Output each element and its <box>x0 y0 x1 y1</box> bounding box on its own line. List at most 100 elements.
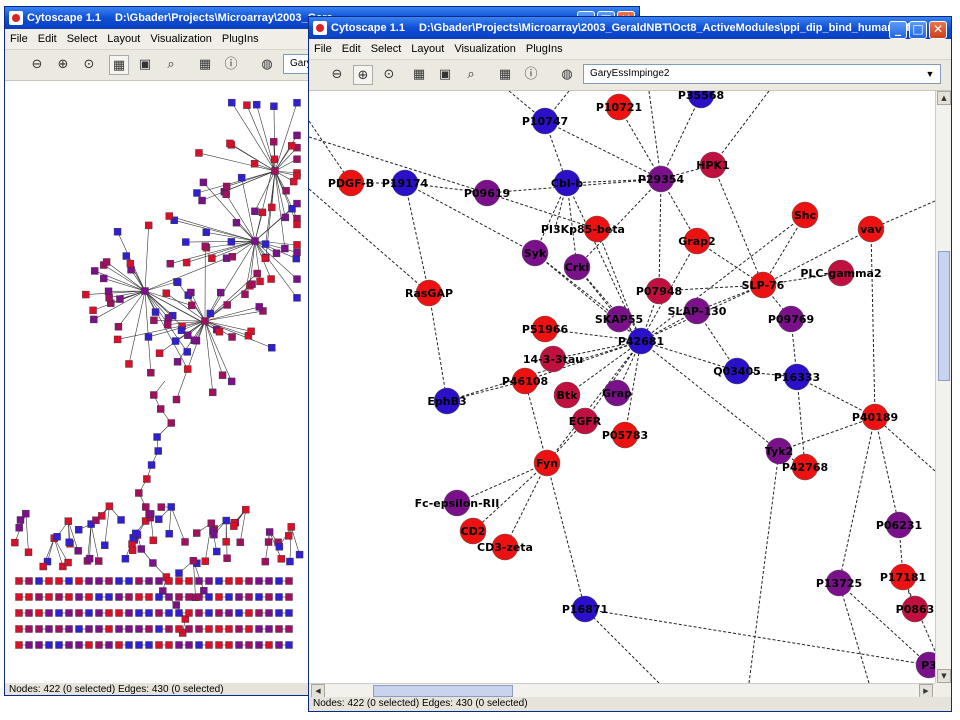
network-node[interactable] <box>85 625 93 633</box>
network-node[interactable] <box>55 593 63 601</box>
network-node[interactable] <box>75 609 83 617</box>
network-node[interactable] <box>135 609 143 617</box>
network-node[interactable] <box>143 475 151 483</box>
network-node[interactable] <box>245 625 253 633</box>
network-node[interactable] <box>15 641 23 649</box>
network-node[interactable] <box>206 309 215 318</box>
zoom-selected-icon[interactable]: ⊙ <box>79 55 99 75</box>
network-node[interactable] <box>15 593 23 601</box>
network-node[interactable] <box>227 238 236 246</box>
network-node[interactable] <box>149 536 157 545</box>
network-node[interactable] <box>201 557 209 565</box>
network-node[interactable] <box>187 301 196 310</box>
network-node[interactable] <box>198 196 206 205</box>
network-node[interactable] <box>282 187 290 195</box>
network-canvas[interactable]: P10721 P35568 P10747 HPK1 P29354 PDGF-B P19174… <box>309 91 935 683</box>
network-node[interactable] <box>105 502 114 510</box>
network-node[interactable] <box>225 641 233 649</box>
network-node[interactable] <box>39 562 47 571</box>
network-node[interactable] <box>181 538 189 546</box>
network-node[interactable] <box>195 641 203 649</box>
network-node[interactable] <box>163 320 172 329</box>
network-node[interactable] <box>215 641 223 649</box>
network-node[interactable] <box>193 189 201 197</box>
network-node[interactable] <box>258 208 267 217</box>
network-node[interactable] <box>175 577 183 585</box>
network-node[interactable] <box>209 388 217 397</box>
network-node[interactable] <box>285 609 293 617</box>
horizontal-scrollbar[interactable]: ◀ ▶ <box>309 683 935 698</box>
network-node[interactable] <box>195 577 203 585</box>
network-node[interactable] <box>235 577 243 585</box>
network-node[interactable] <box>153 433 161 441</box>
network-node[interactable] <box>235 625 243 633</box>
network-node[interactable] <box>228 98 236 107</box>
network-node[interactable] <box>95 557 103 565</box>
network-node[interactable] <box>250 160 259 168</box>
network-node[interactable] <box>85 593 93 601</box>
network-node[interactable] <box>215 593 223 601</box>
network-node[interactable] <box>125 641 133 649</box>
network-node[interactable] <box>145 609 153 617</box>
menu-select[interactable]: Select <box>366 39 407 59</box>
network-node[interactable] <box>162 289 170 297</box>
network-node[interactable] <box>113 335 122 344</box>
network-node[interactable] <box>275 543 284 551</box>
network-node[interactable] <box>295 550 304 559</box>
network-node[interactable] <box>275 593 283 601</box>
network-node[interactable] <box>25 641 33 649</box>
network-node[interactable] <box>205 577 213 585</box>
network-node[interactable] <box>65 609 73 617</box>
network-node[interactable] <box>95 641 103 649</box>
back-menu-plugins[interactable]: PlugIns <box>217 29 264 49</box>
network-node[interactable] <box>175 609 183 617</box>
network-node[interactable] <box>182 258 191 267</box>
network-node[interactable] <box>268 203 276 212</box>
network-node[interactable] <box>245 609 253 617</box>
network-node[interactable] <box>243 101 251 109</box>
network-node[interactable] <box>165 593 173 601</box>
network-node[interactable] <box>182 238 190 246</box>
network-node[interactable] <box>147 368 155 377</box>
network-node[interactable] <box>185 625 193 633</box>
network-node[interactable] <box>222 516 230 525</box>
network-node[interactable] <box>285 593 293 601</box>
network-node[interactable] <box>207 519 216 527</box>
network-node[interactable] <box>277 555 286 563</box>
show-all-icon[interactable]: ▣ <box>135 55 155 75</box>
network-node[interactable] <box>45 641 53 649</box>
network-node[interactable] <box>293 220 301 229</box>
network-node[interactable] <box>222 182 231 191</box>
network-node[interactable] <box>187 288 195 297</box>
network-node[interactable] <box>275 577 283 585</box>
network-node[interactable] <box>125 360 133 368</box>
network-node[interactable] <box>91 267 99 275</box>
network-node[interactable] <box>146 510 155 518</box>
network-node[interactable] <box>248 280 256 288</box>
network-node[interactable] <box>65 577 73 585</box>
network-node[interactable] <box>255 641 263 649</box>
back-menu-select[interactable]: Select <box>62 29 103 49</box>
network-node[interactable] <box>35 609 43 617</box>
scroll-down-button[interactable]: ▼ <box>937 669 951 683</box>
network-node[interactable] <box>55 609 63 617</box>
network-node[interactable] <box>135 625 143 633</box>
network-node[interactable] <box>285 625 293 633</box>
network-node[interactable] <box>157 503 165 511</box>
network-node[interactable] <box>15 609 23 617</box>
network-node[interactable] <box>145 577 153 585</box>
network-node[interactable] <box>227 377 236 386</box>
network-node[interactable] <box>95 625 103 633</box>
network-node[interactable] <box>185 593 193 601</box>
network-node[interactable] <box>165 625 173 633</box>
network-node[interactable] <box>251 237 259 245</box>
network-node[interactable] <box>121 555 130 563</box>
network-node[interactable] <box>53 533 61 541</box>
network-node[interactable] <box>222 538 230 546</box>
network-node[interactable] <box>255 625 263 633</box>
network-node[interactable] <box>287 523 295 531</box>
network-node[interactable] <box>85 577 93 585</box>
horizontal-scroll-thumb[interactable] <box>373 685 513 697</box>
network-node[interactable] <box>75 593 83 601</box>
network-node[interactable] <box>232 218 241 227</box>
